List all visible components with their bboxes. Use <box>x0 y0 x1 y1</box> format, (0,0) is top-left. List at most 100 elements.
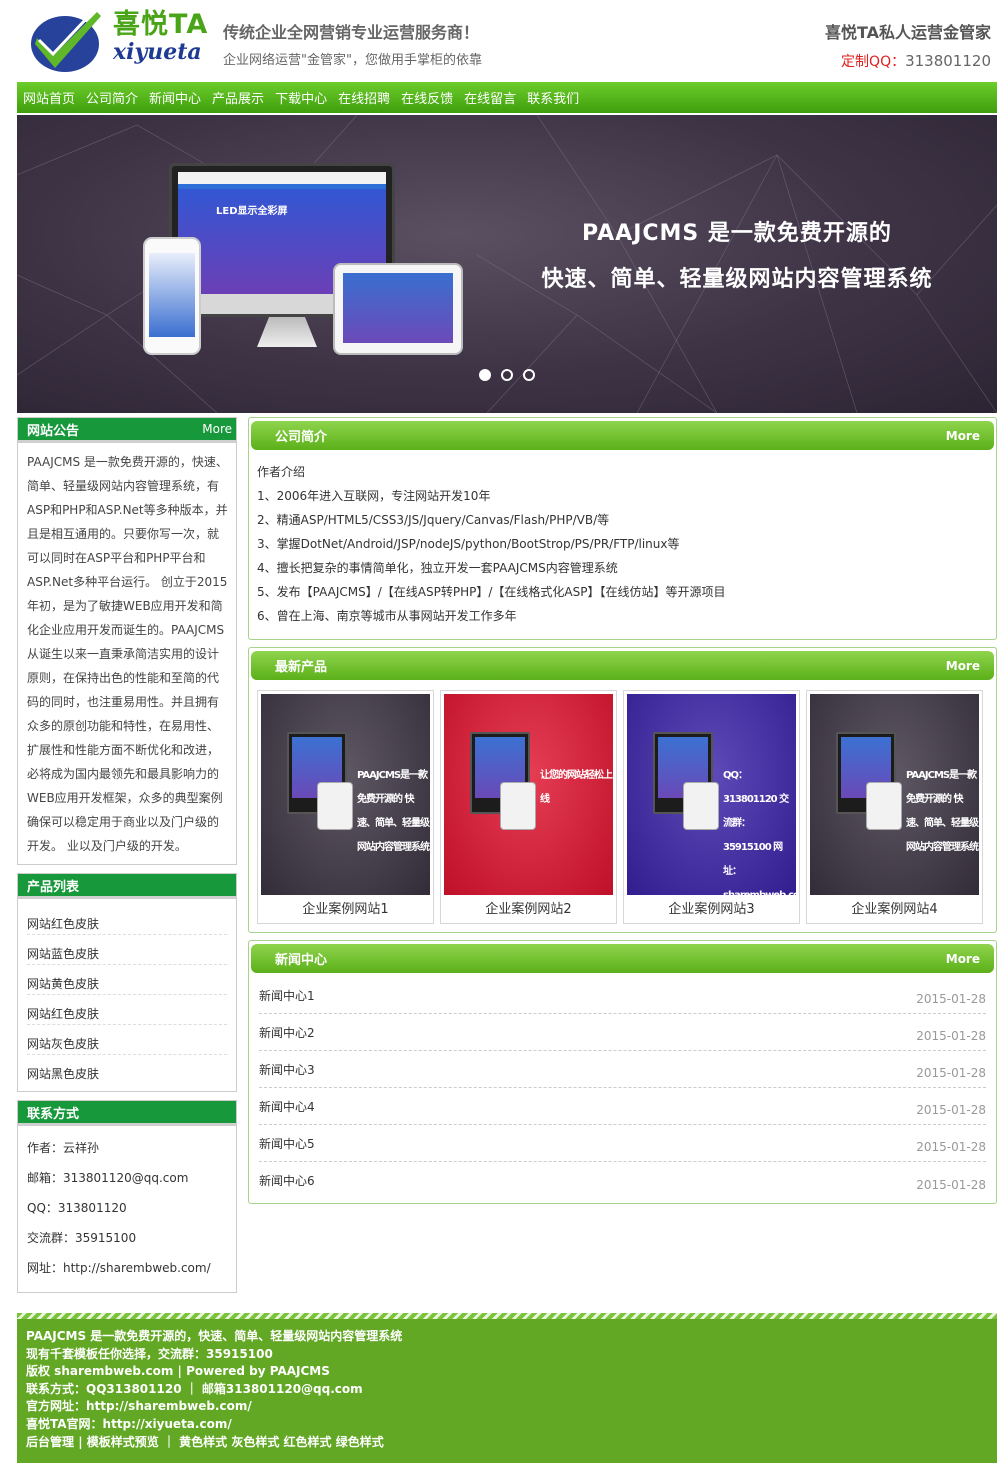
header-qq[interactable]: 定制QQ：313801120 <box>825 51 991 71</box>
nav-message[interactable]: 在线留言 <box>464 88 516 107</box>
product-grid: PAAJCMS是一款免费开源的 快速、简单、轻量级网站内容管理系统 企业案例网站… <box>249 680 996 932</box>
header-contact-title: 喜悦TA私人运营金管家 <box>824 23 991 42</box>
news-link[interactable]: 新闻中心4 <box>259 1098 315 1115</box>
product-list-item[interactable]: 网站灰色皮肤 <box>27 1025 227 1055</box>
nav-contact[interactable]: 联系我们 <box>527 88 579 107</box>
footer-link-gray[interactable]: 灰色样式 <box>231 1435 279 1449</box>
nav-news[interactable]: 新闻中心 <box>149 88 201 107</box>
nav-home[interactable]: 网站首页 <box>23 88 75 107</box>
banner-caption: PAAJCMS 是一款免费开源的 快速、简单、轻量级网站内容管理系统 <box>527 215 947 293</box>
nav-feedback[interactable]: 在线反馈 <box>401 88 453 107</box>
news-date: 2015-01-28 <box>916 1029 986 1043</box>
contact-title: 联系方式 <box>27 1106 80 1122</box>
nav-jobs[interactable]: 在线招聘 <box>338 88 390 107</box>
product-list-item[interactable]: 网站黑色皮肤 <box>27 1055 227 1085</box>
product-list-item[interactable]: 网站红色皮肤 <box>27 905 227 935</box>
nav-products[interactable]: 产品展示 <box>212 88 264 107</box>
news-box: 新闻中心 More 新闻中心1 2015-01-28 新闻中心2 2015-01-2… <box>248 940 997 1204</box>
product-list: 网站红色皮肤 网站蓝色皮肤 网站黄色皮肤 网站红色皮肤 网站灰色皮肤 网站黑色皮… <box>18 899 236 1091</box>
product-thumbnail[interactable]: PAAJCMS是一款免费开源的 快速、简单、轻量级网站内容管理系统 <box>261 694 430 895</box>
about-line: 5、发布【PAAJCMS】/【在线ASP转PHP】/【在线格式化ASP】【在线仿… <box>257 585 726 599</box>
product-thumbnail-text: QQ：313801120 交流群：35915100 网址：sharembweb.… <box>723 770 796 895</box>
banner-line-2: 快速、简单、轻量级网站内容管理系统 <box>541 267 933 292</box>
contact-author: 作者：云祥孙 <box>27 1141 100 1155</box>
about-line: 1、2006年进入互联网，专注网站开发10年 <box>257 489 491 503</box>
hero-banner[interactable]: LED显示全彩屏 PAAJCMS 是一款免费开源的 快速、简单、轻量级网站内容管… <box>17 115 997 413</box>
product-list-box: 产品列表 网站红色皮肤 网站蓝色皮肤 网站黄色皮肤 网站红色皮肤 网站灰色皮肤 … <box>17 873 237 1092</box>
news-row: 新闻中心1 2015-01-28 <box>259 977 986 1014</box>
about-text: 作者介绍 1、2006年进入互联网，专注网站开发10年 2、精通ASP/HTML… <box>249 450 996 639</box>
product-caption[interactable]: 企业案例网站4 <box>810 895 979 923</box>
sidebar: 网站公告 More PAAJCMS 是一款免费开源的，快速、简单、轻量级网站内容… <box>17 417 237 1301</box>
products-title-bar: 最新产品 More <box>251 651 994 680</box>
product-list-item[interactable]: 网站蓝色皮肤 <box>27 935 227 965</box>
footer-link-red[interactable]: 红色样式 <box>284 1435 332 1449</box>
product-card[interactable]: PAAJCMS是一款免费开源的 快速、简单、轻量级网站内容管理系统 企业案例网站… <box>806 690 983 924</box>
product-list-item[interactable]: 网站黄色皮肤 <box>27 965 227 995</box>
product-caption[interactable]: 企业案例网站3 <box>627 895 796 923</box>
news-link[interactable]: 新闻中心6 <box>259 1172 315 1189</box>
footer-link-yellow[interactable]: 黄色样式 <box>179 1435 227 1449</box>
product-thumbnail-text: 让您的网站轻松上线 <box>540 770 613 805</box>
notice-box: 网站公告 More PAAJCMS 是一款免费开源的，快速、简单、轻量级网站内容… <box>17 417 237 865</box>
qq-label: 定制QQ： <box>841 54 906 70</box>
product-thumbnail[interactable]: 让您的网站轻松上线 <box>444 694 613 895</box>
site-footer: PAAJCMS 是一款免费开源的，快速、简单、轻量级网站内容管理系统 现有千套模… <box>17 1313 997 1463</box>
news-date: 2015-01-28 <box>916 1177 986 1192</box>
about-heading: 作者介绍 <box>257 465 306 479</box>
footer-line: 联系方式：QQ313801120 ｜ 邮箱313801120@qq.com <box>26 1381 363 1396</box>
about-line: 2、精通ASP/HTML5/CSS3/JS/Jquery/Canvas/Flas… <box>257 513 610 527</box>
news-link[interactable]: 新闻中心1 <box>259 987 315 1004</box>
footer-link-green[interactable]: 绿色样式 <box>336 1435 384 1449</box>
product-thumbnail[interactable]: PAAJCMS是一款免费开源的 快速、简单、轻量级网站内容管理系统 <box>810 694 979 895</box>
tablet-mockup <box>333 263 463 355</box>
news-title-bar: 新闻中心 More <box>251 944 994 973</box>
footer-links: 后台管理 | 模板样式预览 ｜ 黄色样式 灰色样式 红色样式 绿色样式 <box>26 1434 384 1449</box>
news-more-link[interactable]: More <box>946 952 980 966</box>
product-caption[interactable]: 企业案例网站1 <box>261 895 430 923</box>
slider-dot-1[interactable] <box>479 369 491 381</box>
main-area: 网站公告 More PAAJCMS 是一款免费开源的，快速、简单、轻量级网站内容… <box>17 417 997 1301</box>
product-card[interactable]: QQ：313801120 交流群：35915100 网址：sharembweb.… <box>623 690 800 924</box>
qq-number: 313801120 <box>905 52 991 70</box>
footer-line: PAAJCMS 是一款免费开源的，快速、简单、轻量级网站内容管理系统 <box>26 1329 403 1343</box>
news-row: 新闻中心6 2015-01-28 <box>259 1162 986 1199</box>
about-line: 3、掌握DotNet/Android/JSP/nodeJS/python/Boo… <box>257 537 680 551</box>
news-link[interactable]: 新闻中心3 <box>259 1061 315 1078</box>
nav-download[interactable]: 下载中心 <box>275 88 327 107</box>
about-box: 公司简介 More 作者介绍 1、2006年进入互联网，专注网站开发10年 2、… <box>248 417 997 640</box>
notice-text: PAAJCMS 是一款免费开源的，快速、简单、轻量级网站内容管理系统，有ASP和… <box>27 455 228 853</box>
product-caption[interactable]: 企业案例网站2 <box>444 895 613 923</box>
product-card[interactable]: 让您的网站轻松上线 企业案例网站2 <box>440 690 617 924</box>
header-contact: 喜悦TA私人运营金管家 定制QQ：313801120 <box>825 22 991 71</box>
news-link[interactable]: 新闻中心2 <box>259 1024 315 1041</box>
notice-more-link[interactable]: More <box>202 422 232 436</box>
imac-screen-text: LED显示全彩屏 <box>216 206 288 217</box>
nav-about[interactable]: 公司简介 <box>86 88 138 107</box>
checkmark-logo-icon[interactable] <box>27 8 103 74</box>
products-title: 最新产品 <box>275 660 328 675</box>
contact-box: 联系方式 作者：云祥孙 邮箱：313801120@qq.com QQ：31380… <box>17 1100 237 1293</box>
footer-link-preview[interactable]: 模板样式预览 <box>87 1435 159 1449</box>
footer-link-admin[interactable]: 后台管理 <box>26 1435 74 1449</box>
news-date: 2015-01-28 <box>916 1066 986 1080</box>
news-link[interactable]: 新闻中心5 <box>259 1135 315 1152</box>
about-more-link[interactable]: More <box>946 429 980 443</box>
slider-dot-2[interactable] <box>501 369 513 381</box>
slider-dots <box>479 369 535 381</box>
products-more-link[interactable]: More <box>946 659 980 673</box>
product-list-item[interactable]: 网站红色皮肤 <box>27 995 227 1025</box>
product-thumbnail[interactable]: QQ：313801120 交流群：35915100 网址：sharembweb.… <box>627 694 796 895</box>
contact-title-bar: 联系方式 <box>18 1101 236 1126</box>
slogan: 传统企业全网营销专业运营服务商！ 企业网络运营"金管家"，您做用手掌柜的依靠 <box>223 22 482 68</box>
about-title-bar: 公司简介 More <box>251 421 994 450</box>
content-column: 公司简介 More 作者介绍 1、2006年进入互联网，专注网站开发10年 2、… <box>248 417 997 1301</box>
brand[interactable]: 喜悦TA xiyueta <box>113 10 208 65</box>
slogan-sub: 企业网络运营"金管家"，您做用手掌柜的依靠 <box>223 53 482 68</box>
main-nav: 网站首页 公司简介 新闻中心 产品展示 下载中心 在线招聘 在线反馈 在线留言 … <box>17 82 997 113</box>
footer-stripe <box>17 1313 997 1319</box>
product-list-title: 产品列表 <box>27 879 80 895</box>
product-card[interactable]: PAAJCMS是一款免费开源的 快速、简单、轻量级网站内容管理系统 企业案例网站… <box>257 690 434 924</box>
site-header: 喜悦TA xiyueta 传统企业全网营销专业运营服务商！ 企业网络运营"金管家… <box>17 0 997 82</box>
slider-dot-3[interactable] <box>523 369 535 381</box>
